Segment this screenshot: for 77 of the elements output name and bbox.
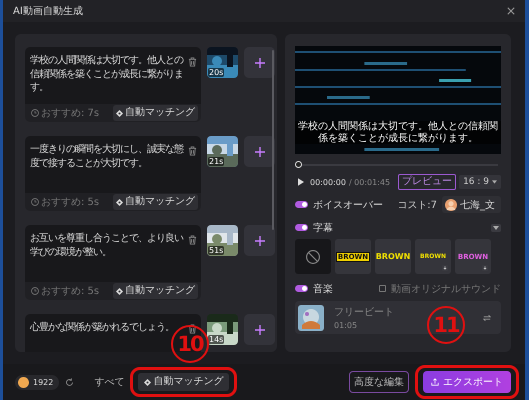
subtitle-style-option[interactable]: BROWN — [375, 239, 411, 274]
duration-label: 20s — [208, 68, 224, 77]
plus-icon — [254, 58, 264, 68]
coin-count: 1922 — [33, 378, 54, 386]
upload-icon — [431, 378, 439, 386]
trash-icon[interactable] — [188, 235, 197, 245]
diamond-icon — [116, 198, 123, 206]
voiceover-label: ボイスオーバー — [313, 198, 384, 212]
script-field[interactable]: 一度きりの瞬間を大切にし、誠実な態度で接することが大切です。 — [25, 136, 201, 193]
script-text: 学校の人間関係は大切です。他人との信頼関係を築くことが成長に繋がります。 — [30, 54, 184, 95]
total-time: / 00:01:45 — [348, 178, 392, 186]
annotation-number: 11 — [427, 306, 465, 344]
download-icon[interactable] — [482, 265, 488, 271]
script-text: お互いを尊重し合うことで、より良い学びの環境が整い。 — [30, 232, 184, 260]
music-toggle[interactable] — [295, 285, 308, 292]
recommend-text: おすすめ: 5s — [41, 196, 100, 209]
swap-icon[interactable] — [483, 314, 491, 322]
recommend-text: おすすめ: 5s — [41, 285, 100, 298]
script-text: 一度きりの瞬間を大切にし、誠実な態度で接することが大切です。 — [30, 143, 184, 170]
plus-icon — [254, 236, 264, 246]
add-button[interactable] — [244, 47, 275, 78]
annotation-number: 10 — [171, 325, 209, 363]
diamond-icon — [144, 378, 152, 386]
original-sound-label: 動画オリジナルサウンド — [391, 282, 501, 296]
plus-icon — [254, 146, 264, 156]
script-field[interactable]: お互いを尊重し合うことで、より良い学びの環境が整い。 — [25, 225, 201, 282]
trash-icon[interactable] — [188, 57, 197, 67]
checkbox[interactable] — [379, 285, 386, 292]
coin-icon — [18, 376, 29, 388]
aspect-dropdown[interactable]: 16 : 9 — [459, 175, 501, 189]
duration-label: 14s — [208, 335, 224, 344]
trash-icon[interactable] — [188, 146, 197, 156]
music-label: 音楽 — [313, 282, 334, 296]
duration-label: 51s — [208, 246, 224, 255]
no-symbol-icon — [305, 248, 321, 264]
auto-match-button[interactable]: 自動マッチング — [113, 105, 198, 121]
caret-icon — [492, 180, 497, 184]
preview-button[interactable]: プレビュー — [398, 174, 456, 190]
auto-match-button[interactable]: 自動マッチング — [113, 194, 198, 210]
export-button[interactable]: エクスポート — [423, 371, 511, 393]
voice-selector[interactable]: 七海_文 — [442, 196, 501, 213]
subtitle-toggle[interactable] — [295, 224, 308, 231]
subtitle-style-option[interactable] — [295, 239, 331, 274]
script-field[interactable]: 学校の人間関係は大切です。他人との信頼関係を築くことが成長に繋がります。 — [25, 47, 201, 104]
track-title: フリービート — [334, 306, 394, 319]
plus-icon — [254, 324, 264, 334]
add-button[interactable] — [244, 136, 275, 167]
current-time: 00:00:00 — [310, 178, 346, 186]
close-icon[interactable] — [507, 7, 515, 15]
duration-label: 21s — [208, 157, 224, 166]
window-title: AI動画自動生成 — [13, 4, 84, 18]
cost-label: コスト:7 — [397, 198, 437, 212]
clock-icon — [31, 198, 39, 206]
progress-thumb[interactable] — [295, 161, 302, 168]
subtitle-label: 字幕 — [313, 222, 334, 234]
caret-button[interactable] — [491, 224, 501, 232]
download-icon[interactable] — [442, 265, 448, 271]
clock-icon — [31, 109, 39, 117]
scrollbar[interactable] — [272, 50, 274, 230]
clock-icon — [31, 287, 39, 295]
play-icon[interactable] — [298, 178, 304, 186]
add-button[interactable] — [244, 225, 275, 256]
add-button[interactable] — [244, 314, 275, 345]
refresh-icon[interactable] — [65, 378, 74, 386]
subtitle-text: 学校の人間関係は大切です。他人との信頼関係を築くことが成長に繋がります。 — [295, 121, 501, 144]
recommend-text: おすすめ: 7s — [41, 107, 100, 120]
diamond-icon — [116, 110, 123, 116]
avatar-icon — [445, 198, 457, 210]
auto-match-all-button[interactable]: 自動マッチング — [138, 373, 230, 391]
auto-match-button[interactable]: 自動マッチング — [113, 283, 198, 299]
diamond-icon — [116, 288, 123, 294]
trash-icon[interactable] — [188, 324, 197, 334]
track-duration: 01:05 — [334, 321, 358, 330]
voiceover-toggle[interactable] — [295, 201, 308, 208]
style-sample: BROWN — [376, 252, 410, 261]
advanced-edit-button[interactable]: 高度な編集 — [349, 371, 409, 393]
all-label: すべて — [94, 376, 124, 389]
